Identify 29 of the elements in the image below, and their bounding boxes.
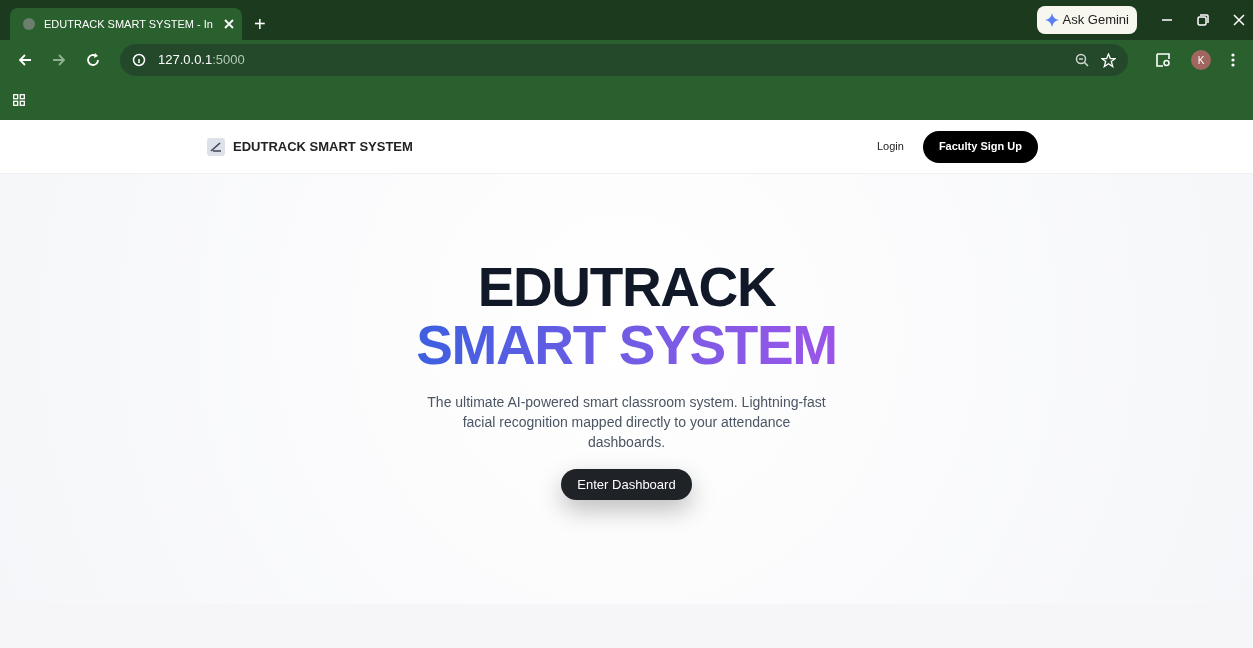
star-icon[interactable] <box>1101 52 1116 68</box>
close-icon[interactable] <box>224 19 234 29</box>
hero-title: EDUTRACK <box>477 258 776 316</box>
menu-icon[interactable] <box>1231 53 1235 67</box>
globe-icon <box>22 17 36 31</box>
apps-grid-icon[interactable] <box>13 94 25 106</box>
url-port: :5000 <box>212 52 245 68</box>
browser-tab[interactable]: EDUTRACK SMART SYSTEM - In <box>10 8 242 40</box>
sparkle-icon <box>1044 13 1059 27</box>
reload-icon[interactable] <box>86 53 100 67</box>
profile-avatar[interactable]: K <box>1191 50 1211 70</box>
login-link[interactable]: Login <box>876 138 904 155</box>
logo-icon <box>207 137 225 156</box>
info-icon <box>132 53 146 67</box>
enter-dashboard-button[interactable]: Enter Dashboard <box>561 469 692 500</box>
close-window-icon[interactable] <box>1233 14 1245 26</box>
tab-search-icon[interactable] <box>1156 53 1171 67</box>
ask-gemini-button[interactable]: Ask Gemini <box>1036 6 1137 34</box>
address-bar[interactable]: 127.0.0.1:5000 <box>120 44 1128 76</box>
forward-arrow-icon[interactable] <box>52 53 66 67</box>
faculty-sign-up-button[interactable]: Faculty Sign Up <box>922 130 1038 163</box>
back-arrow-icon[interactable] <box>18 53 32 67</box>
url-host: 127.0.0.1 <box>158 52 213 68</box>
new-tab-button[interactable]: + <box>242 8 278 40</box>
hero-description: The ultimate AI-powered smart classroom system. Lightning-fast facial recognition mapped directly to your attendance dashboards. <box>426 393 827 452</box>
brand-name: EDUTRACK SMART SYSTEM <box>233 137 413 156</box>
tab-title: EDUTRACK SMART SYSTEM - In <box>44 16 214 32</box>
restore-icon[interactable] <box>1197 14 1209 26</box>
zoom-icon[interactable] <box>1075 53 1089 67</box>
